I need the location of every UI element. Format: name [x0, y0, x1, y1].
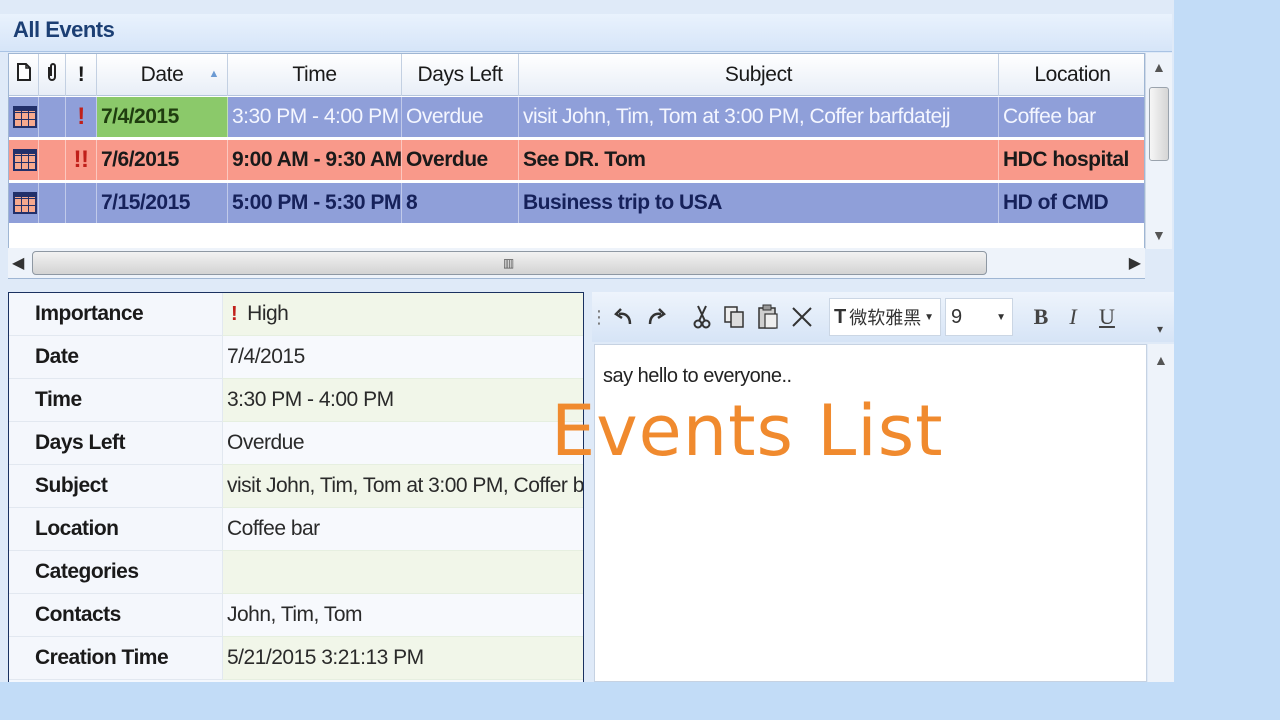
- font-name-select[interactable]: T 微软雅黑 ▼: [829, 298, 941, 336]
- detail-row-contacts: Contacts John, Tim, Tom: [9, 594, 583, 637]
- table-row[interactable]: 7/15/2015 5:00 PM - 5:30 PM 8 Business t…: [9, 183, 1144, 223]
- location-cell: HDC hospital: [999, 140, 1144, 180]
- title-bar: All Events: [0, 14, 1172, 52]
- subject-cell: See DR. Tom: [519, 140, 999, 180]
- notes-text: say hello to everyone..: [603, 365, 792, 387]
- paperclip-icon: [46, 62, 58, 88]
- underline-icon[interactable]: U: [1094, 302, 1120, 332]
- high-importance-icon: !!: [73, 146, 89, 173]
- subject-cell: visit John, Tim, Tom at 3:00 PM, Coffer …: [519, 97, 999, 137]
- attachment-cell: [39, 140, 66, 180]
- detail-row-importance: Importance ! High: [9, 293, 583, 336]
- calendar-icon: [13, 149, 37, 171]
- detail-row-days-left: Days Left Overdue: [9, 422, 583, 465]
- detail-row-location: Location Coffee bar: [9, 508, 583, 551]
- appointment-type-cell: [9, 97, 39, 137]
- column-header-type[interactable]: [9, 54, 39, 96]
- paste-icon[interactable]: [754, 302, 782, 332]
- time-cell: 5:00 PM - 5:30 PM: [228, 183, 402, 223]
- editor-vertical-scrollbar[interactable]: ▲: [1148, 344, 1174, 682]
- detail-row-subject: Subject visit John, Tim, Tom at 3:00 PM,…: [9, 465, 583, 508]
- importance-cell: [66, 183, 97, 223]
- scroll-up-icon[interactable]: ▲: [1154, 352, 1168, 368]
- detail-row-categories: Categories: [9, 551, 583, 594]
- window-title: All Events: [13, 17, 115, 42]
- table-row[interactable]: !! 7/6/2015 9:00 AM - 9:30 AM Overdue Se…: [9, 140, 1144, 180]
- location-cell: Coffee bar: [999, 97, 1144, 137]
- detail-row-time: Time 3:30 PM - 4:00 PM: [9, 379, 583, 422]
- column-header-importance[interactable]: !: [66, 54, 97, 96]
- vertical-scroll-thumb[interactable]: [1149, 87, 1169, 161]
- column-header-date[interactable]: Date ▲: [97, 54, 228, 96]
- subject-cell: Business trip to USA: [519, 183, 999, 223]
- detail-row-date: Date 7/4/2015: [9, 336, 583, 379]
- editor-toolbar: ⋮ T 微软雅黑 ▼ 9 ▼ B I U ▾: [590, 292, 1174, 344]
- time-cell: 3:30 PM - 4:00 PM: [228, 97, 402, 137]
- column-header-attachment[interactable]: [39, 54, 66, 96]
- calendar-icon: [13, 106, 37, 128]
- time-cell: 9:00 AM - 9:30 AM: [228, 140, 402, 180]
- scroll-up-icon[interactable]: ▲: [1152, 59, 1166, 75]
- italic-icon[interactable]: I: [1060, 302, 1086, 332]
- toolbar-overflow-icon[interactable]: ▾: [1152, 314, 1168, 344]
- events-window: All Events ! Date ▲ Time Days Left Subje…: [0, 0, 1174, 682]
- events-grid: ! Date ▲ Time Days Left Subject Location: [8, 53, 1145, 279]
- high-importance-icon: !: [77, 103, 85, 130]
- undo-icon[interactable]: [610, 302, 638, 332]
- column-header-time[interactable]: Time: [228, 54, 402, 96]
- importance-cell: !: [66, 97, 97, 137]
- importance-cell: !!: [66, 140, 97, 180]
- delete-icon[interactable]: [788, 302, 816, 332]
- font-size-select[interactable]: 9 ▼: [945, 298, 1013, 336]
- days-left-cell: 8: [402, 183, 519, 223]
- detail-row-creation-time: Creation Time 5/21/2015 3:21:13 PM: [9, 637, 583, 680]
- copy-icon[interactable]: [720, 302, 748, 332]
- document-icon: [16, 63, 31, 87]
- event-details-panel: Importance ! High Date 7/4/2015 Time 3:3…: [8, 292, 584, 682]
- table-row[interactable]: ! 7/4/2015 3:30 PM - 4:00 PM Overdue vis…: [9, 97, 1144, 137]
- location-cell: HD of CMD: [999, 183, 1144, 223]
- notes-editor: ⋮ T 微软雅黑 ▼ 9 ▼ B I U ▾ say hello to ever…: [590, 292, 1174, 682]
- horizontal-scroll-thumb[interactable]: ▥: [32, 251, 987, 275]
- column-header-subject[interactable]: Subject: [519, 54, 999, 96]
- days-left-cell: Overdue: [402, 97, 519, 137]
- date-cell: 7/6/2015: [97, 140, 228, 180]
- font-t-icon: T: [834, 305, 847, 328]
- attachment-cell: [39, 183, 66, 223]
- date-cell: 7/15/2015: [97, 183, 228, 223]
- sort-ascending-icon: ▲: [208, 68, 220, 80]
- date-cell: 7/4/2015: [97, 97, 228, 137]
- days-left-cell: Overdue: [402, 140, 519, 180]
- chevron-down-icon: ▼: [924, 312, 934, 323]
- bold-icon[interactable]: B: [1028, 302, 1054, 332]
- attachment-cell: [39, 97, 66, 137]
- column-header-location[interactable]: Location: [999, 54, 1144, 96]
- appointment-type-cell: [9, 183, 39, 223]
- chevron-down-icon: ▼: [996, 312, 1006, 323]
- caption-overlay: Events List: [551, 390, 944, 472]
- scroll-left-icon[interactable]: ◀: [12, 253, 24, 273]
- toolbar-grip-icon: ⋮: [590, 306, 608, 327]
- column-header-days-left[interactable]: Days Left: [402, 54, 519, 96]
- scroll-right-icon[interactable]: ▶: [1129, 253, 1141, 273]
- grid-horizontal-scrollbar[interactable]: ◀ ▥ ▶: [8, 248, 1145, 278]
- cut-icon[interactable]: [688, 302, 716, 332]
- grid-vertical-scrollbar[interactable]: ▲ ▼: [1145, 53, 1172, 249]
- appointment-type-cell: [9, 140, 39, 180]
- scroll-down-icon[interactable]: ▼: [1152, 227, 1166, 243]
- redo-icon[interactable]: [642, 302, 670, 332]
- grid-header: ! Date ▲ Time Days Left Subject Location: [9, 54, 1144, 96]
- high-importance-icon: !: [231, 302, 238, 325]
- grip-icon: ▥: [503, 256, 515, 270]
- calendar-icon: [13, 192, 37, 214]
